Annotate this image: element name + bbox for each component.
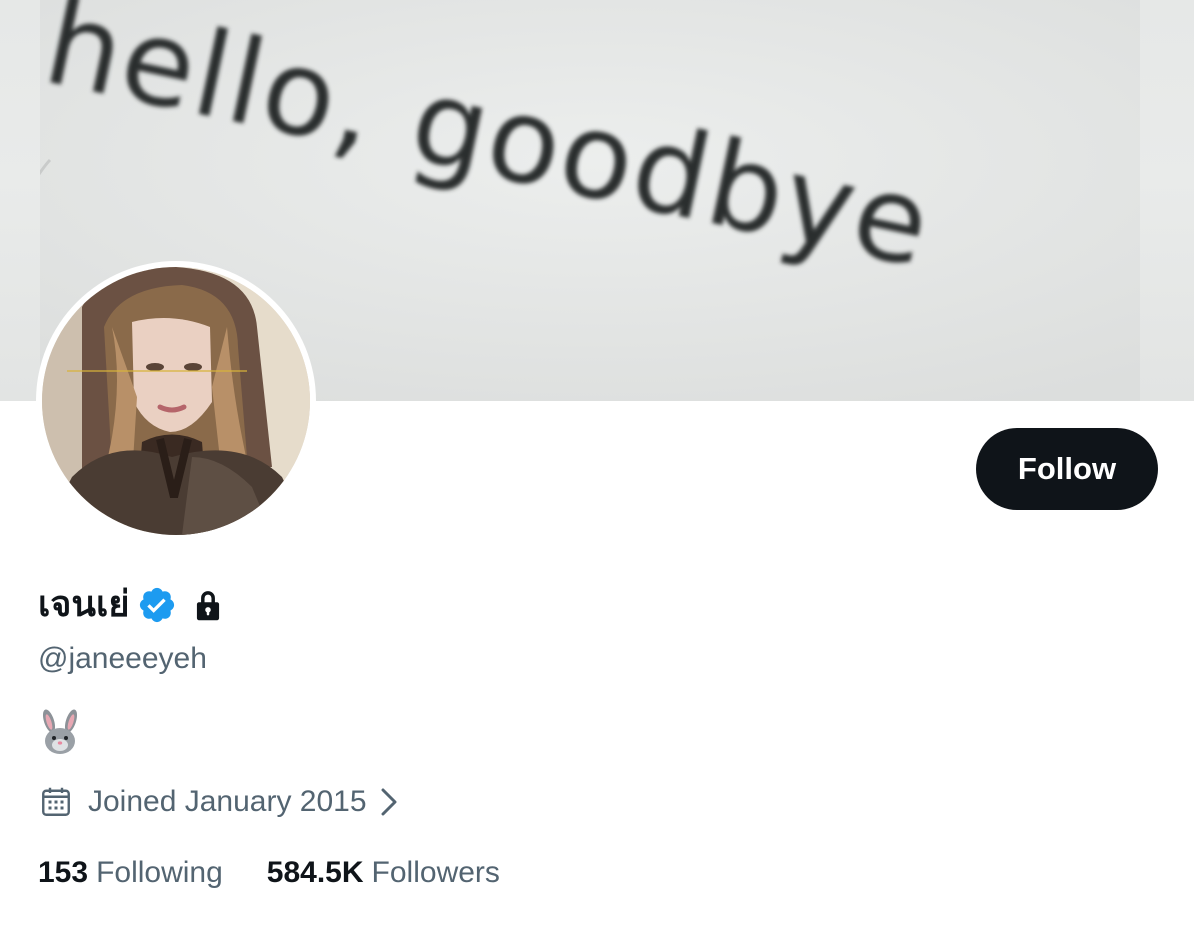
user-handle: @janeeeyeh	[38, 642, 207, 675]
avatar-image	[42, 267, 310, 535]
joined-date[interactable]: Joined January 2015	[38, 782, 401, 822]
following-link[interactable]: 153 Following	[38, 854, 223, 892]
rabbit-face-icon	[42, 709, 78, 754]
avatar-photo	[42, 267, 310, 535]
joined-text: Joined January 2015	[88, 785, 367, 818]
followers-count: 584.5K	[266, 856, 364, 889]
bio	[38, 708, 82, 756]
profile-stats: 153 Following 584.5K Followers	[38, 852, 500, 894]
verified-badge-icon[interactable]	[137, 585, 177, 625]
lock-icon	[191, 587, 225, 623]
profile-name-row: เจนเย่	[38, 578, 225, 632]
follow-button[interactable]: Follow	[976, 428, 1158, 510]
calendar-icon	[38, 784, 74, 820]
followers-label: Followers	[371, 856, 500, 889]
chevron-right-icon	[377, 784, 401, 820]
banner-edge	[1194, 0, 1200, 401]
profile-page: hello, goodbye Follow เจนเย่ @janeeeyeh …	[0, 0, 1200, 947]
page-edge	[1194, 401, 1200, 947]
avatar[interactable]	[36, 261, 316, 541]
following-count: 153	[38, 856, 89, 889]
following-label: Following	[96, 856, 223, 889]
display-name: เจนเย่	[38, 584, 130, 625]
followers-link[interactable]: 584.5K Followers	[267, 854, 500, 892]
